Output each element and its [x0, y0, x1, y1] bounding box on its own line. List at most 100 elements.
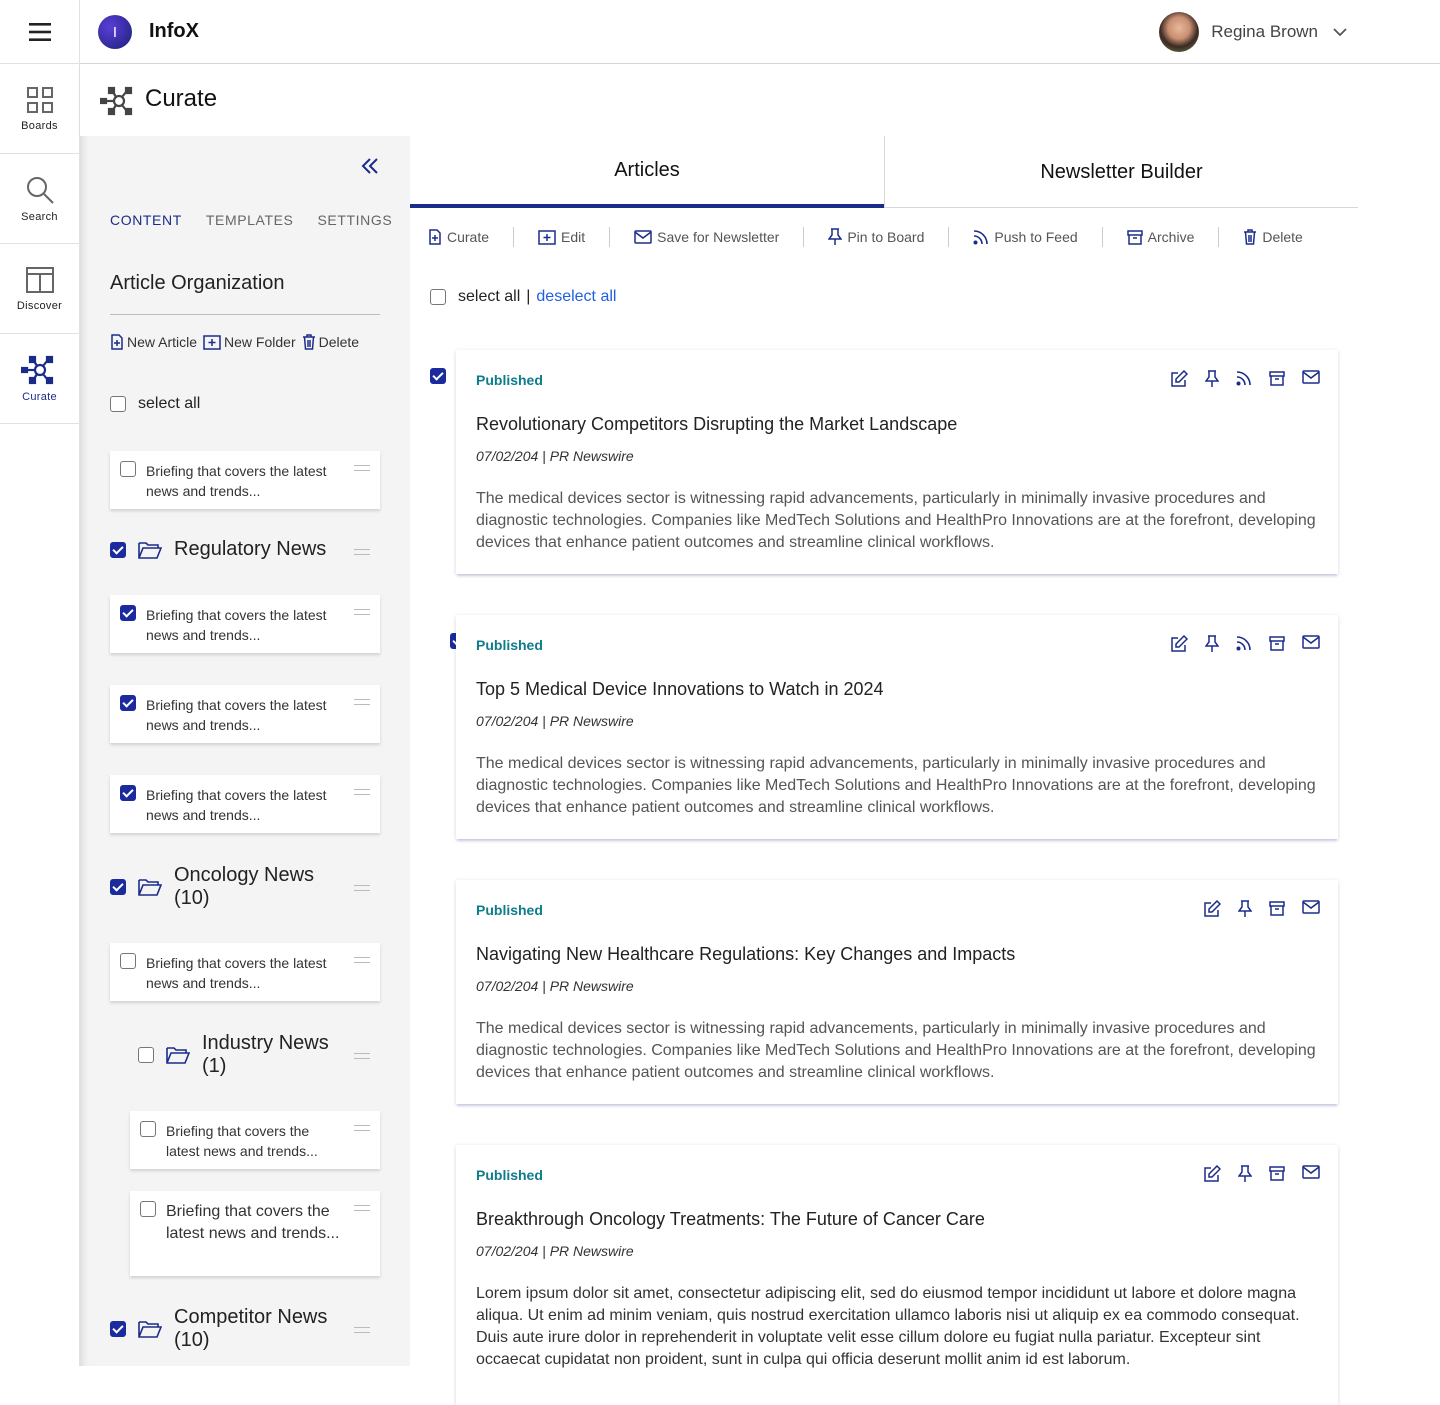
- archive-icon[interactable]: [1269, 1165, 1285, 1181]
- select-all-checkbox[interactable]: [430, 289, 446, 305]
- search-icon: [26, 176, 54, 204]
- folder-industry[interactable]: Industry News (1): [138, 1032, 352, 1078]
- edit-icon[interactable]: [1170, 635, 1188, 653]
- article-actions: [1203, 1165, 1320, 1183]
- menu-button[interactable]: [0, 0, 79, 64]
- drag-handle-icon[interactable]: [354, 789, 370, 795]
- sidebar-select-all[interactable]: select all: [110, 395, 200, 413]
- article-card[interactable]: Published Revolutionary Competitors Disr…: [456, 350, 1338, 574]
- checkbox[interactable]: [120, 785, 136, 801]
- folder-regulatory[interactable]: Regulatory News: [110, 538, 326, 561]
- article-card[interactable]: Published Navigating New Healthcare Regu…: [456, 880, 1338, 1104]
- archive-button[interactable]: Archive: [1126, 229, 1194, 245]
- plus-square-icon: [538, 230, 556, 245]
- checkbox[interactable]: [120, 953, 136, 969]
- list-item[interactable]: Briefing that covers the latest news and…: [130, 1111, 380, 1169]
- article-card[interactable]: Published Top 5 Medical Device Innovatio…: [456, 615, 1338, 839]
- article-title[interactable]: Navigating New Healthcare Regulations: K…: [476, 944, 1015, 965]
- edit-icon[interactable]: [1170, 370, 1188, 388]
- article-title[interactable]: Breakthrough Oncology Treatments: The Fu…: [476, 1209, 985, 1230]
- checkbox[interactable]: [120, 605, 136, 621]
- tab-articles[interactable]: Articles: [410, 136, 884, 208]
- network-icon: [20, 355, 53, 384]
- drag-handle-icon[interactable]: [354, 465, 370, 471]
- new-article-button[interactable]: New Article: [110, 334, 197, 350]
- tab-templates[interactable]: TEMPLATES: [206, 212, 294, 228]
- delete-button[interactable]: Delete: [1243, 229, 1303, 245]
- list-item[interactable]: Briefing that covers the latest news and…: [110, 595, 380, 653]
- checkbox[interactable]: [140, 1121, 156, 1137]
- page-title: Curate: [145, 85, 218, 112]
- curate-button[interactable]: Curate: [428, 229, 489, 245]
- checkbox[interactable]: [110, 396, 126, 412]
- checkbox[interactable]: [110, 1321, 126, 1337]
- nav-boards[interactable]: Boards: [0, 64, 79, 154]
- push-to-feed-button[interactable]: Push to Feed: [973, 229, 1078, 245]
- pin-icon[interactable]: [1205, 370, 1219, 388]
- edit-icon[interactable]: [1203, 900, 1221, 918]
- new-folder-button[interactable]: New Folder: [203, 334, 296, 350]
- tab-settings[interactable]: SETTINGS: [317, 212, 392, 228]
- tab-newsletter-builder[interactable]: Newsletter Builder: [884, 136, 1358, 208]
- checkbox[interactable]: [138, 1047, 154, 1063]
- drag-handle-icon[interactable]: [354, 1327, 370, 1333]
- pin-to-board-button[interactable]: Pin to Board: [828, 228, 924, 246]
- rss-icon[interactable]: [1236, 635, 1252, 651]
- drag-handle-icon[interactable]: [354, 609, 370, 615]
- article-title[interactable]: Revolutionary Competitors Disrupting the…: [476, 414, 957, 435]
- edit-icon[interactable]: [1203, 1165, 1221, 1183]
- tab-content[interactable]: CONTENT: [110, 212, 182, 228]
- save-for-newsletter-button[interactable]: Save for Newsletter: [634, 229, 779, 245]
- list-item[interactable]: Briefing that covers the latest news and…: [110, 943, 380, 1001]
- rss-icon[interactable]: [1236, 370, 1252, 386]
- list-item[interactable]: Briefing that covers the latest news and…: [110, 685, 380, 743]
- checkbox[interactable]: [120, 461, 136, 477]
- avatar: [1159, 12, 1200, 52]
- separator: [948, 227, 950, 247]
- nav-search[interactable]: Search: [0, 154, 79, 244]
- mail-icon[interactable]: [1302, 900, 1320, 914]
- deselect-all-link[interactable]: deselect all: [536, 288, 616, 306]
- nav-boards-label: Boards: [21, 119, 58, 132]
- list-item[interactable]: Briefing that covers the latest news and…: [110, 451, 380, 509]
- article-body: Lorem ipsum dolor sit amet, consectetur …: [476, 1285, 1300, 1368]
- checkbox[interactable]: [120, 695, 136, 711]
- drag-handle-icon[interactable]: [354, 549, 370, 555]
- drag-handle-icon[interactable]: [354, 1205, 370, 1211]
- user-menu[interactable]: Regina Brown: [1159, 12, 1350, 52]
- list-item[interactable]: Briefing that covers the latest news and…: [130, 1191, 380, 1276]
- pin-icon[interactable]: [1205, 635, 1219, 653]
- folder-open-icon: [138, 1321, 162, 1338]
- pin-icon[interactable]: [1238, 900, 1252, 918]
- article-checkbox[interactable]: [430, 368, 446, 384]
- checkbox[interactable]: [110, 541, 126, 558]
- pin-icon[interactable]: [1238, 1165, 1252, 1183]
- select-all-label[interactable]: select all: [458, 288, 520, 306]
- folder-oncology[interactable]: Oncology News (10): [110, 864, 334, 910]
- checkbox[interactable]: [140, 1201, 156, 1217]
- archive-icon[interactable]: [1269, 635, 1285, 651]
- separator: |: [526, 288, 531, 305]
- checkbox[interactable]: [110, 879, 126, 895]
- sidebar-tabs: CONTENT TEMPLATES SETTINGS: [110, 212, 392, 228]
- double-chevron-left-icon[interactable]: [360, 156, 380, 176]
- nav-discover[interactable]: Discover: [0, 244, 79, 334]
- mail-icon[interactable]: [1302, 1165, 1320, 1179]
- article-body: The medical devices sector is witnessing…: [476, 1020, 1316, 1081]
- folder-competitor[interactable]: Competitor News (10): [110, 1306, 349, 1352]
- archive-icon[interactable]: [1269, 370, 1285, 386]
- drag-handle-icon[interactable]: [354, 699, 370, 705]
- article-title[interactable]: Top 5 Medical Device Innovations to Watc…: [476, 679, 884, 700]
- article-card[interactable]: Published Breakthrough Oncology Treatmen…: [456, 1145, 1338, 1405]
- drag-handle-icon[interactable]: [354, 1053, 370, 1059]
- delete-button[interactable]: Delete: [302, 334, 359, 350]
- mail-icon[interactable]: [1302, 370, 1320, 384]
- archive-icon[interactable]: [1269, 900, 1285, 916]
- list-item[interactable]: Briefing that covers the latest news and…: [110, 775, 380, 833]
- mail-icon[interactable]: [1302, 635, 1320, 649]
- drag-handle-icon[interactable]: [354, 1125, 370, 1131]
- drag-handle-icon[interactable]: [354, 885, 370, 891]
- drag-handle-icon[interactable]: [354, 957, 370, 963]
- edit-button[interactable]: Edit: [538, 229, 585, 245]
- nav-curate[interactable]: Curate: [0, 334, 79, 424]
